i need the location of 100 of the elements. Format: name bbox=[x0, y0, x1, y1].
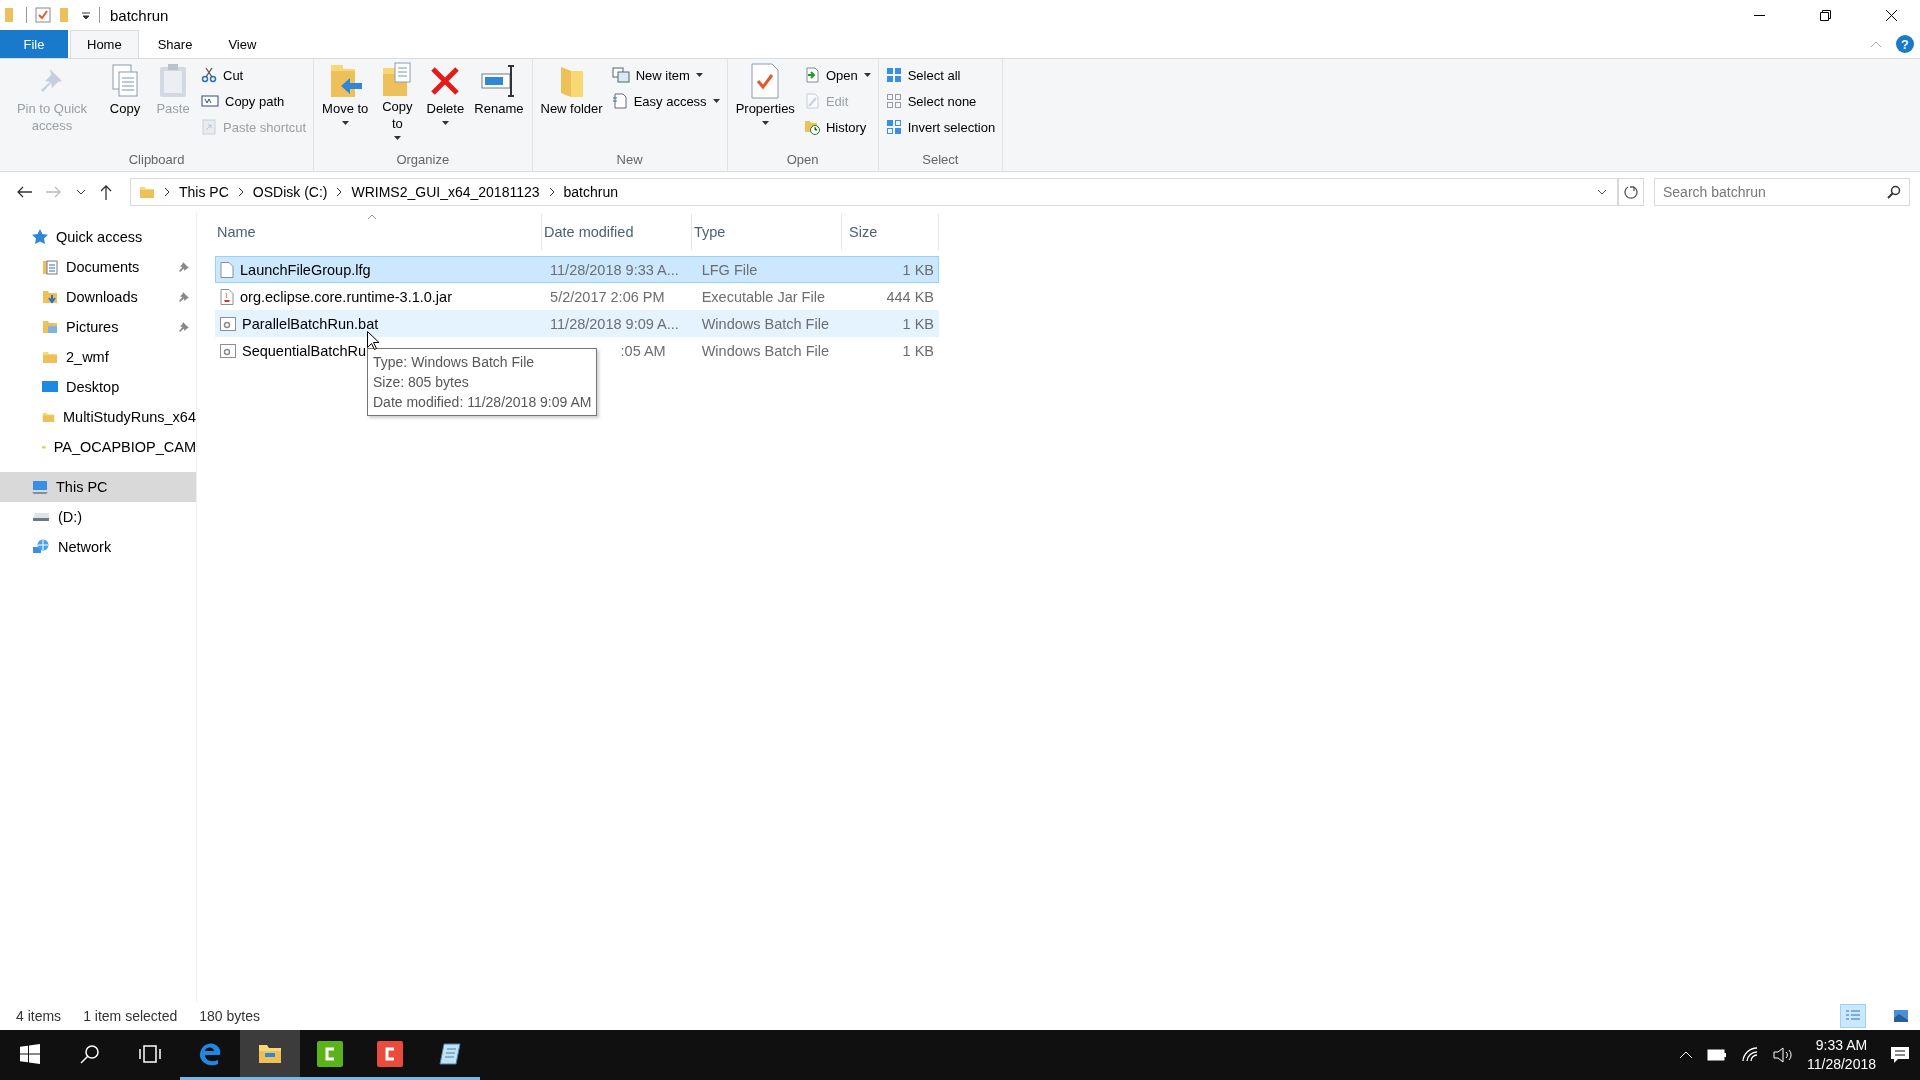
ribbon-button[interactable]: Move to bbox=[318, 60, 373, 142]
table-cell-text: :05 AM bbox=[619, 342, 667, 359]
breadcrumb[interactable]: This PC bbox=[179, 184, 229, 200]
search-icon bbox=[80, 1043, 100, 1064]
ribbon-tab[interactable]: Share bbox=[140, 30, 210, 58]
clock-folder-icon bbox=[803, 119, 820, 135]
refresh-icon bbox=[1624, 185, 1638, 199]
nav-item[interactable]: Documents bbox=[0, 252, 196, 282]
grid-icon bbox=[885, 119, 902, 135]
battery-icon[interactable] bbox=[1706, 1049, 1727, 1061]
ribbon-button[interactable]: Copy path bbox=[198, 90, 310, 112]
group-label: Organize bbox=[396, 151, 450, 169]
folder-icon bbox=[42, 349, 58, 365]
file-row[interactable]: LaunchFileGroup.lfg 11/28/2018 9:33 A... LFG File 1 KB bbox=[215, 256, 939, 283]
nav-item[interactable]: This PC bbox=[0, 472, 196, 502]
notification-icon[interactable] bbox=[1890, 1046, 1910, 1064]
drive-icon bbox=[32, 512, 50, 522]
table-cell: ParallelBatchRun.bat bbox=[216, 315, 543, 332]
folder-arrow-icon bbox=[328, 63, 363, 99]
file-row[interactable]: ParallelBatchRun.bat 11/28/2018 9:09 A... Windows Batch File 1 KB bbox=[215, 310, 939, 337]
column-header[interactable]: Date modified bbox=[542, 214, 692, 250]
browser-icon bbox=[199, 1041, 221, 1066]
tooltip-line: Type: Windows Batch File bbox=[373, 353, 536, 372]
ribbon-tab[interactable]: View bbox=[211, 30, 274, 58]
nav-item[interactable]: MultiStudyRuns_x64 bbox=[0, 402, 196, 432]
ribbon-button[interactable]: History bbox=[800, 116, 874, 138]
ribbon-button[interactable]: Rename bbox=[470, 60, 528, 142]
path-icon bbox=[201, 94, 219, 108]
taskbar-app[interactable] bbox=[240, 1030, 300, 1080]
chevron-right-icon bbox=[336, 187, 343, 197]
large-icons-icon bbox=[1893, 1009, 1909, 1023]
details-view-icon bbox=[1845, 1009, 1861, 1023]
address-bar[interactable]: This PC OSDisk (C:) WRIMS2_GUI_x64_20181123 batchrun bbox=[130, 178, 1618, 206]
ribbon-button[interactable]: Invert selection bbox=[882, 116, 999, 138]
table-cell-text: 1 KB bbox=[901, 315, 935, 332]
computer-icon bbox=[32, 479, 48, 495]
table-cell-text: 11/28/2018 9:09 A... bbox=[549, 315, 680, 332]
speaker-icon[interactable] bbox=[1772, 1047, 1793, 1063]
wifi-icon[interactable] bbox=[1740, 1047, 1759, 1063]
chevron-right-icon bbox=[548, 187, 555, 197]
table-cell-text: 444 KB bbox=[885, 288, 935, 305]
nav-item[interactable]: (D:) bbox=[0, 502, 196, 532]
notepad-icon bbox=[438, 1041, 462, 1066]
scissors-icon bbox=[201, 67, 217, 83]
ribbon-button[interactable]: Open bbox=[800, 64, 874, 86]
group-label: New bbox=[616, 151, 643, 169]
ribbon-button[interactable]: New folder bbox=[536, 60, 607, 142]
nav-item[interactable]: Downloads bbox=[0, 282, 196, 312]
chevron-down-icon[interactable] bbox=[1597, 189, 1607, 195]
breadcrumb[interactable]: OSDisk (C:) bbox=[252, 184, 328, 200]
ribbon-button[interactable]: Delete bbox=[422, 60, 469, 142]
ribbon-tab[interactable]: Home bbox=[70, 30, 139, 58]
ribbon-button[interactable]: Properties bbox=[731, 60, 799, 142]
caret-icon bbox=[863, 73, 871, 77]
ribbon-button[interactable]: Copy to bbox=[374, 60, 421, 142]
ribbon-button[interactable]: Select all bbox=[882, 64, 999, 86]
breadcrumb[interactable]: batchrun bbox=[563, 184, 619, 200]
nav-item[interactable]: 2_wmf bbox=[0, 342, 196, 372]
new-item-icon bbox=[611, 67, 630, 83]
ribbon-button[interactable]: Select none bbox=[882, 90, 999, 112]
column-header[interactable]: Type bbox=[692, 214, 842, 250]
ribbon-button[interactable]: Cut bbox=[198, 64, 310, 86]
table-cell-text: 5/2/2017 2:06 PM bbox=[549, 288, 666, 305]
document-folder-icon bbox=[42, 259, 58, 275]
tooltip-line: Size: 805 bytes bbox=[373, 373, 470, 392]
nav-item[interactable]: Pictures bbox=[0, 312, 196, 342]
restore-icon bbox=[1819, 9, 1831, 21]
dropdown-icon[interactable] bbox=[81, 10, 91, 20]
table-cell-text: Windows Batch File bbox=[700, 315, 830, 332]
file-tab[interactable]: File bbox=[0, 30, 68, 58]
ribbon-button[interactable]: Easy access bbox=[608, 90, 723, 112]
properties-icon bbox=[750, 63, 781, 99]
nav-item[interactable]: Quick access bbox=[0, 222, 196, 252]
help-button[interactable]: ? bbox=[1896, 35, 1914, 53]
ribbon-button[interactable]: New item bbox=[608, 64, 723, 86]
c-logo-icon bbox=[377, 1040, 403, 1067]
clock[interactable]: 9:33 AM 11/28/2018 bbox=[1806, 1036, 1876, 1074]
breadcrumb[interactable]: WRIMS2_GUI_x64_20181123 bbox=[351, 184, 540, 200]
nav-item[interactable]: Desktop bbox=[0, 372, 196, 402]
ribbon-button[interactable]: Copy bbox=[102, 60, 148, 142]
open-icon bbox=[803, 67, 820, 83]
sort-icon bbox=[367, 214, 377, 219]
chevron-down-icon[interactable] bbox=[76, 189, 86, 195]
delete-icon bbox=[429, 65, 462, 97]
windows-logo-icon bbox=[20, 1043, 40, 1064]
search-field[interactable]: Search batchrun bbox=[1654, 178, 1910, 206]
nav-item[interactable]: Network bbox=[0, 532, 196, 562]
tooltip-line: Date modified: 11/28/2018 9:09 AM bbox=[373, 393, 592, 412]
up-icon[interactable] bbox=[100, 184, 112, 200]
chevron-up-icon[interactable] bbox=[1678, 1051, 1693, 1059]
table-cell-text: 11/28/2018 9:33 A... bbox=[549, 261, 680, 278]
group-label: Open bbox=[786, 151, 819, 169]
checklist-icon[interactable] bbox=[35, 7, 51, 23]
column-header[interactable]: Size bbox=[842, 214, 939, 250]
gear-window-icon bbox=[220, 316, 236, 331]
nav-item[interactable]: PA_OCAPBIOP_CAM bbox=[0, 432, 196, 462]
refresh-button[interactable] bbox=[1618, 178, 1644, 206]
column-header[interactable]: Name bbox=[215, 214, 542, 250]
rename-icon bbox=[480, 64, 517, 98]
back-icon[interactable] bbox=[16, 186, 32, 198]
